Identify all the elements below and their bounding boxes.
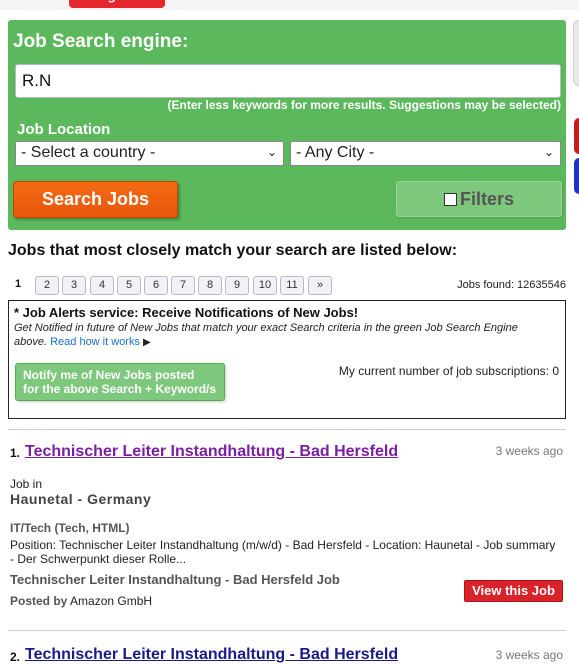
notify-me-button-line1: Notify me of New Jobs posted: [23, 368, 195, 382]
tab-jobs[interactable]: Jobs: [0, 0, 58, 8]
page-link-8[interactable]: 8: [198, 276, 222, 295]
tab-ice-1[interactable]: ICE: [410, 0, 460, 8]
page-link-3[interactable]: 3: [62, 276, 86, 295]
read-how-it-works-link[interactable]: Read how it works: [50, 336, 140, 348]
play-icon: ▶: [143, 337, 151, 348]
side-red-button[interactable]: [574, 118, 579, 154]
page-link-10[interactable]: 10: [253, 276, 277, 295]
tab-advertisers[interactable]: Advertisers: [180, 0, 272, 8]
job-alerts-description: Get Notified in future of New Jobs that …: [14, 321, 544, 350]
page-link-9[interactable]: 9: [225, 276, 249, 295]
page-link-2[interactable]: 2: [35, 276, 59, 295]
city-select-value: - Any City -: [296, 144, 375, 161]
job-location: Haunetal - Germany: [10, 491, 152, 507]
tab-ice-2[interactable]: ICE: [494, 0, 544, 8]
job-age: 3 weeks ago: [495, 648, 563, 662]
city-select[interactable]: - Any City - ⌄: [290, 141, 561, 166]
filters-button-label: Filters: [459, 189, 515, 209]
keyword-input[interactable]: R.N: [15, 64, 561, 98]
page-link-6[interactable]: 6: [144, 276, 168, 295]
job-description: Position: Technischer Leiter Instandhalt…: [10, 538, 556, 566]
tab-register[interactable]: Register: [69, 0, 165, 8]
country-select[interactable]: - Select a country - ⌄: [15, 141, 284, 166]
results-heading: Jobs that most closely match your search…: [8, 242, 458, 259]
page-current: 1: [14, 278, 22, 290]
view-job-button[interactable]: View this Job: [464, 580, 563, 602]
search-panel-title: Job Search engine:: [13, 31, 189, 52]
job-in-label: Job in: [10, 477, 43, 491]
job-location-label: Job Location: [17, 121, 111, 138]
posted-by-label: Posted by: [10, 594, 68, 608]
notify-me-button[interactable]: Notify me of New Jobs posted for the abo…: [15, 363, 225, 401]
listing-divider: [8, 630, 566, 631]
job-search-panel: Job Search engine: R.N (Enter less keywo…: [8, 20, 566, 230]
job-age: 3 weeks ago: [495, 444, 563, 458]
notify-me-button-line2: for the above Search + Keyword/s: [23, 382, 217, 396]
chevron-down-icon: ⌄: [543, 145, 554, 159]
job-alerts-box: * Job Alerts service: Receive Notificati…: [8, 300, 566, 419]
job-title-link[interactable]: Technischer Leiter Instandhaltung - Bad …: [25, 443, 398, 461]
page-link-5[interactable]: 5: [117, 276, 141, 295]
posted-by-company: Amazon GmbH: [70, 594, 153, 608]
job-alerts-title: * Job Alerts service: Receive Notificati…: [14, 305, 359, 320]
page-next-button[interactable]: »: [308, 276, 332, 295]
side-blue-button[interactable]: [574, 158, 579, 194]
country-select-value: - Select a country -: [21, 144, 156, 161]
job-posted-by: Posted by Amazon GmbH: [10, 594, 152, 608]
top-navigation: Jobs Register Advertisers Online Ads ICE…: [0, 0, 579, 10]
jobs-found-count: Jobs found: 12635546: [457, 279, 566, 291]
page-link-11[interactable]: 11: [280, 276, 304, 295]
filters-checkbox-icon[interactable]: [443, 193, 457, 206]
keyword-hint: (Enter less keywords for more results. S…: [167, 98, 561, 112]
listing-divider: [8, 429, 566, 430]
chevron-down-icon: ⌄: [266, 145, 277, 159]
job-title-link[interactable]: Technischer Leiter Instandhaltung - Bad …: [25, 646, 398, 664]
filters-button[interactable]: Filters: [396, 181, 562, 217]
page-link-7[interactable]: 7: [171, 276, 195, 295]
tab-online-ads[interactable]: Online Ads: [296, 0, 386, 8]
job-number: 2.: [10, 650, 21, 664]
side-panel-edge: [573, 20, 579, 86]
page-link-4[interactable]: 4: [90, 276, 114, 295]
job-company-line: Technischer Leiter Instandhaltung - Bad …: [10, 572, 340, 587]
job-subscriptions-count: My current number of job subscriptions: …: [338, 364, 559, 378]
job-number: 1.: [10, 446, 21, 460]
search-jobs-button[interactable]: Search Jobs: [13, 181, 178, 218]
job-category: IT/Tech (Tech, HTML): [10, 521, 130, 535]
